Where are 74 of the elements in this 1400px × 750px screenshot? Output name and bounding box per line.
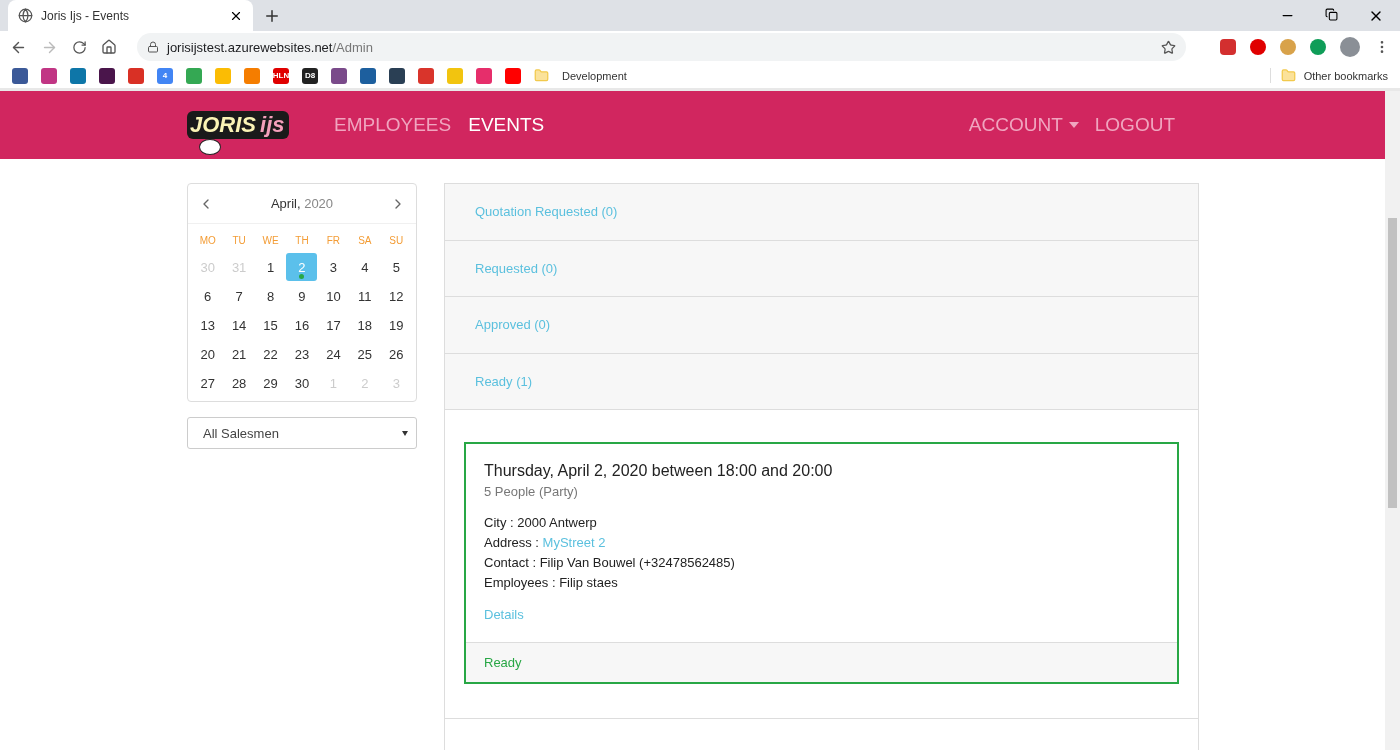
calendar-day[interactable]: 20 bbox=[192, 340, 224, 368]
weekday-label: WE bbox=[261, 234, 280, 248]
weekday-label: SA bbox=[357, 234, 373, 248]
calendar-day[interactable]: 8 bbox=[255, 282, 287, 310]
calendar-day[interactable]: 18 bbox=[349, 311, 381, 339]
calendar-day[interactable]: 3 bbox=[317, 253, 349, 281]
url-text: jorisijstest.azurewebsites.net/Admin bbox=[167, 39, 373, 55]
calendar-day[interactable]: 16 bbox=[286, 311, 318, 339]
calendar-month: April, 2020 bbox=[270, 196, 334, 211]
calendar-day[interactable]: 7 bbox=[223, 282, 255, 310]
favicon-icon[interactable] bbox=[389, 67, 405, 84]
bookmark-folder[interactable]: Development bbox=[562, 69, 627, 82]
favicon-icon[interactable]: HLN bbox=[273, 67, 289, 84]
profile-avatar[interactable] bbox=[1340, 37, 1360, 57]
calendar-day[interactable]: 23 bbox=[286, 340, 318, 368]
calendar-day[interactable]: 1 bbox=[255, 253, 287, 281]
calendar-day[interactable]: 10 bbox=[317, 282, 349, 310]
restore-icon[interactable] bbox=[1325, 7, 1338, 21]
calendar-day[interactable]: 11 bbox=[349, 282, 381, 310]
calendar-day[interactable]: 29 bbox=[255, 369, 287, 397]
calendar-day[interactable]: 19 bbox=[380, 311, 412, 339]
calendar-day[interactable]: 17 bbox=[317, 311, 349, 339]
event-title: Thursday, April 2, 2020 between 18:00 and 20:00 bbox=[484, 462, 834, 480]
favicon-icon[interactable]: D8 bbox=[302, 67, 318, 84]
extension-icon[interactable] bbox=[1310, 39, 1326, 55]
event-city: City : 2000 Antwerp bbox=[484, 514, 598, 532]
browser-tab[interactable]: Joris Ijs - Events bbox=[8, 0, 253, 31]
salesman-select[interactable]: All Salesmen bbox=[187, 417, 417, 449]
favicon-icon[interactable] bbox=[99, 67, 115, 84]
calendar-day[interactable]: 30 bbox=[286, 369, 318, 397]
calendar-day[interactable]: 12 bbox=[380, 282, 412, 310]
event-address: Address : MyStreet 2 bbox=[484, 534, 607, 552]
calendar-day[interactable]: 14 bbox=[223, 311, 255, 339]
weekday-label: TH bbox=[294, 234, 310, 248]
calendar-day[interactable]: 9 bbox=[286, 282, 318, 310]
calendar-day[interactable]: 4 bbox=[349, 253, 381, 281]
event-subtitle: 5 People (Party) bbox=[484, 484, 579, 499]
weekday-label: FR bbox=[325, 234, 342, 248]
reload-icon[interactable] bbox=[72, 39, 87, 55]
extension-icon[interactable] bbox=[1250, 39, 1266, 55]
weekday-label: MO bbox=[198, 234, 217, 248]
weekday-label: TU bbox=[231, 234, 247, 248]
folder-icon bbox=[534, 68, 549, 83]
tab-title: Joris Ijs - Events bbox=[41, 8, 131, 23]
globe-icon bbox=[18, 8, 33, 23]
weekday-label: SU bbox=[388, 234, 405, 248]
folder-icon bbox=[1280, 68, 1296, 83]
event-contact: Contact : Filip Van Bouwel (+32478562485) bbox=[484, 554, 736, 572]
calendar-day[interactable]: 25 bbox=[349, 340, 381, 368]
home-icon[interactable] bbox=[101, 39, 117, 55]
bookmark-star-icon[interactable] bbox=[1161, 39, 1176, 55]
calendar-day[interactable]: 13 bbox=[192, 311, 224, 339]
scrollbar[interactable] bbox=[1385, 91, 1400, 750]
favicon-icon[interactable] bbox=[360, 67, 376, 84]
calendar-day[interactable]: 22 bbox=[255, 340, 287, 368]
event-status: Ready bbox=[484, 655, 522, 670]
calendar-day[interactable]: 27 bbox=[192, 369, 224, 397]
calendar-day[interactable]: 6 bbox=[192, 282, 224, 310]
favicon-icon[interactable] bbox=[12, 67, 28, 84]
calendar-day[interactable]: 5 bbox=[380, 253, 412, 281]
calendar-day[interactable]: 26 bbox=[380, 340, 412, 368]
calendar-day[interactable]: 24 bbox=[317, 340, 349, 368]
other-bookmarks[interactable]: Other bookmarks bbox=[1303, 69, 1388, 82]
calendar-day[interactable]: 28 bbox=[223, 369, 255, 397]
calendar-day[interactable]: 15 bbox=[255, 311, 287, 339]
lock-icon bbox=[147, 41, 159, 53]
address-bar[interactable]: jorisijstest.azurewebsites.net/Admin bbox=[137, 33, 1186, 61]
extension-icon[interactable] bbox=[1220, 39, 1236, 55]
nav-link[interactable]: EVENTS bbox=[468, 114, 545, 136]
calendar-day[interactable]: 21 bbox=[223, 340, 255, 368]
logo[interactable]: JORIS ijs bbox=[187, 95, 317, 155]
favicon-icon[interactable] bbox=[331, 67, 347, 84]
favicon-icon[interactable]: 4 bbox=[157, 67, 173, 84]
event-employees: Employees : Filip staes bbox=[484, 574, 619, 592]
